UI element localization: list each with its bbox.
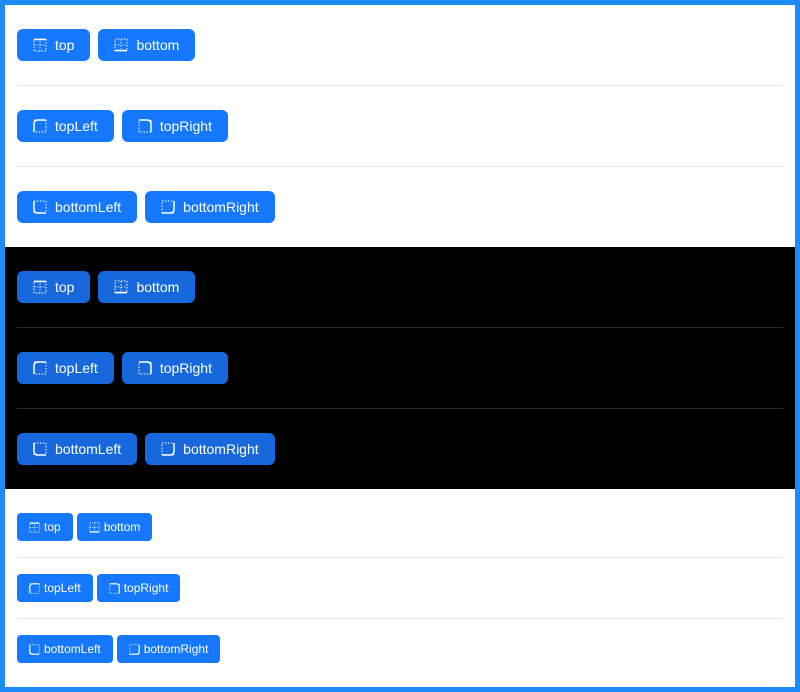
radius-bottomleft-icon xyxy=(29,643,40,655)
top-button[interactable]: top xyxy=(17,29,91,61)
button-label: topLeft xyxy=(55,118,98,134)
top-left-button[interactable]: topLeft xyxy=(17,110,114,142)
bottom-left-button[interactable]: bottomLeft xyxy=(17,635,113,663)
border-top-icon xyxy=(29,521,40,533)
top-button[interactable]: top xyxy=(17,513,73,541)
button-row-bottomleft-bottomright: bottomLeft bottomRight xyxy=(17,191,275,223)
bottom-right-button[interactable]: bottomRight xyxy=(116,635,221,663)
divider xyxy=(17,327,783,328)
button-label: topLeft xyxy=(44,581,81,595)
bottom-button[interactable]: bottom xyxy=(98,271,196,303)
radius-bottomright-icon xyxy=(129,643,140,655)
button-row-topleft-topright: topLeft topRight xyxy=(17,110,228,142)
radius-bottomright-icon xyxy=(161,442,175,456)
radius-upright-icon xyxy=(138,361,152,375)
radius-upright-icon xyxy=(138,119,152,133)
button-label: topLeft xyxy=(55,360,98,376)
border-top-icon xyxy=(33,280,47,294)
border-bottom-icon xyxy=(89,521,100,533)
small-section: top bottom topLeft topRight bottomLeft b… xyxy=(5,489,795,687)
divider xyxy=(17,166,783,167)
top-left-button[interactable]: topLeft xyxy=(17,352,114,384)
button-label: bottomRight xyxy=(183,441,259,457)
button-label: bottomRight xyxy=(143,642,209,656)
button-label: bottomRight xyxy=(183,199,259,215)
divider xyxy=(17,557,783,558)
button-label: bottomLeft xyxy=(44,642,101,656)
top-button[interactable]: top xyxy=(17,271,91,303)
radius-upright-icon xyxy=(109,582,120,594)
radius-bottomleft-icon xyxy=(33,200,47,214)
bottom-right-button[interactable]: bottomRight xyxy=(145,433,275,465)
border-bottom-icon xyxy=(114,38,128,52)
button-row-topleft-topright: topLeft topRight xyxy=(17,352,228,384)
top-left-button[interactable]: topLeft xyxy=(17,574,93,602)
button-label: bottomLeft xyxy=(55,199,122,215)
button-label: bottomLeft xyxy=(55,441,122,457)
button-row-top-bottom: top bottom xyxy=(17,271,196,303)
button-label: bottom xyxy=(136,37,180,53)
radius-upleft-icon xyxy=(33,361,47,375)
top-right-button[interactable]: topRight xyxy=(121,352,228,384)
button-label: top xyxy=(55,37,75,53)
button-label: bottom xyxy=(103,520,141,534)
button-row-topleft-topright: topLeft topRight xyxy=(17,574,181,602)
divider xyxy=(17,618,783,619)
radius-upleft-icon xyxy=(29,582,40,594)
bottom-button[interactable]: bottom xyxy=(76,513,153,541)
radius-bottomleft-icon xyxy=(33,442,47,456)
light-section: top bottom topLeft topRight bottomLeft b… xyxy=(5,5,795,247)
bottom-right-button[interactable]: bottomRight xyxy=(145,191,275,223)
divider xyxy=(17,408,783,409)
demo-frame: top bottom topLeft topRight bottomLeft b… xyxy=(0,0,800,692)
bottom-button[interactable]: bottom xyxy=(98,29,196,61)
button-label: bottom xyxy=(136,279,180,295)
radius-bottomright-icon xyxy=(161,200,175,214)
button-label: topRight xyxy=(159,118,212,134)
button-row-bottomleft-bottomright: bottomLeft bottomRight xyxy=(17,433,275,465)
button-label: top xyxy=(55,279,75,295)
top-right-button[interactable]: topRight xyxy=(96,574,181,602)
button-row-top-bottom: top bottom xyxy=(17,29,196,61)
button-row-top-bottom: top bottom xyxy=(17,513,153,541)
bottom-left-button[interactable]: bottomLeft xyxy=(17,191,138,223)
radius-upleft-icon xyxy=(33,119,47,133)
top-right-button[interactable]: topRight xyxy=(121,110,228,142)
button-label: topRight xyxy=(123,581,169,595)
dark-section: top bottom topLeft topRight bottomLeft b… xyxy=(5,247,795,489)
border-top-icon xyxy=(33,38,47,52)
button-label: top xyxy=(44,520,61,534)
button-label: topRight xyxy=(159,360,212,376)
bottom-left-button[interactable]: bottomLeft xyxy=(17,433,138,465)
divider xyxy=(17,85,783,86)
border-bottom-icon xyxy=(114,280,128,294)
button-row-bottomleft-bottomright: bottomLeft bottomRight xyxy=(17,635,221,663)
